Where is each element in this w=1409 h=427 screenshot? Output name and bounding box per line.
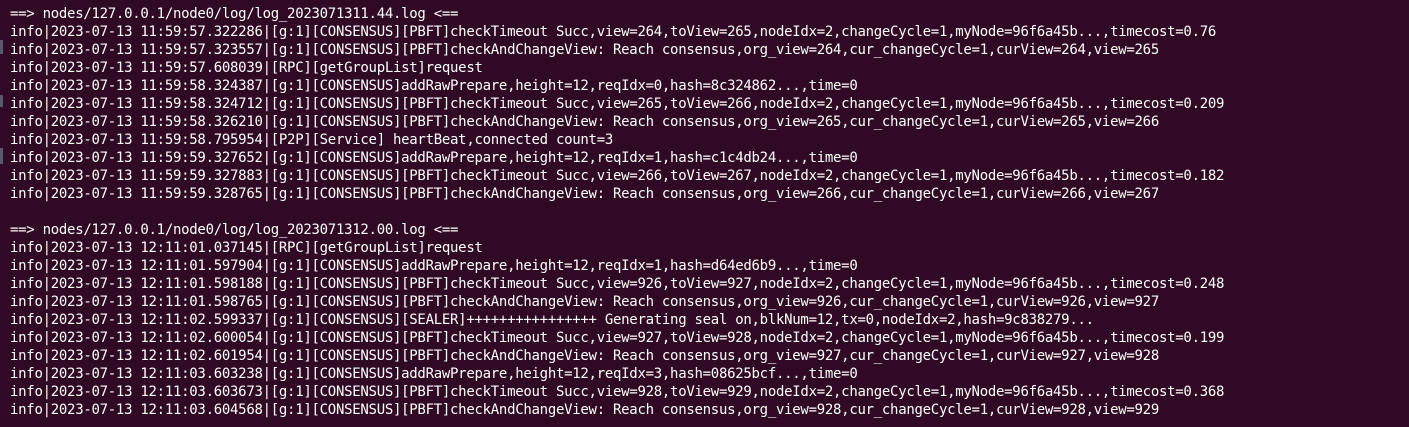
log-line: info|2023-07-13 11:59:58.324712|[g:1][CO… xyxy=(10,96,1225,112)
log-file-header: ==> nodes/127.0.0.1/node0/log/log_202307… xyxy=(10,222,459,238)
log-line: info|2023-07-13 12:11:03.603673|[g:1][CO… xyxy=(10,384,1225,400)
log-line: info|2023-07-13 12:11:01.597904|[g:1][CO… xyxy=(10,258,858,274)
log-line: info|2023-07-13 12:11:01.598765|[g:1][CO… xyxy=(10,294,1159,310)
log-line: info|2023-07-13 11:59:57.322286|[g:1][CO… xyxy=(10,24,1217,40)
log-line: info|2023-07-13 12:11:03.603238|[g:1][CO… xyxy=(10,366,858,382)
log-line: info|2023-07-13 11:59:57.323557|[g:1][CO… xyxy=(10,42,1159,58)
terminal-output[interactable]: ==> nodes/127.0.0.1/node0/log/log_202307… xyxy=(0,0,1409,427)
log-line: info|2023-07-13 11:59:59.328765|[g:1][CO… xyxy=(10,186,1159,202)
log-line: info|2023-07-13 11:59:59.327652|[g:1][CO… xyxy=(10,150,858,166)
log-line: info|2023-07-13 12:11:01.037145|[RPC][ge… xyxy=(10,240,483,256)
log-line: info|2023-07-13 11:59:57.608039|[RPC][ge… xyxy=(10,60,483,76)
log-line: info|2023-07-13 11:59:58.795954|[P2P][Se… xyxy=(10,132,614,148)
log-file-header: ==> nodes/127.0.0.1/node0/log/log_202307… xyxy=(10,6,459,22)
left-edge-artifact xyxy=(0,95,3,107)
left-edge-artifact xyxy=(0,40,3,54)
log-line: info|2023-07-13 11:59:58.326210|[g:1][CO… xyxy=(10,114,1159,130)
log-line: info|2023-07-13 11:59:58.324387|[g:1][CO… xyxy=(10,78,858,94)
log-line: info|2023-07-13 12:11:03.604568|[g:1][CO… xyxy=(10,402,1159,418)
log-line: info|2023-07-13 12:11:02.599337|[g:1][CO… xyxy=(10,312,1094,328)
left-edge-artifact xyxy=(0,148,3,164)
log-line: info|2023-07-13 12:11:02.601954|[g:1][CO… xyxy=(10,348,1159,364)
log-line: info|2023-07-13 12:11:01.598188|[g:1][CO… xyxy=(10,276,1225,292)
log-line: info|2023-07-13 11:59:59.327883|[g:1][CO… xyxy=(10,168,1225,184)
log-line: info|2023-07-13 12:11:02.600054|[g:1][CO… xyxy=(10,330,1225,346)
